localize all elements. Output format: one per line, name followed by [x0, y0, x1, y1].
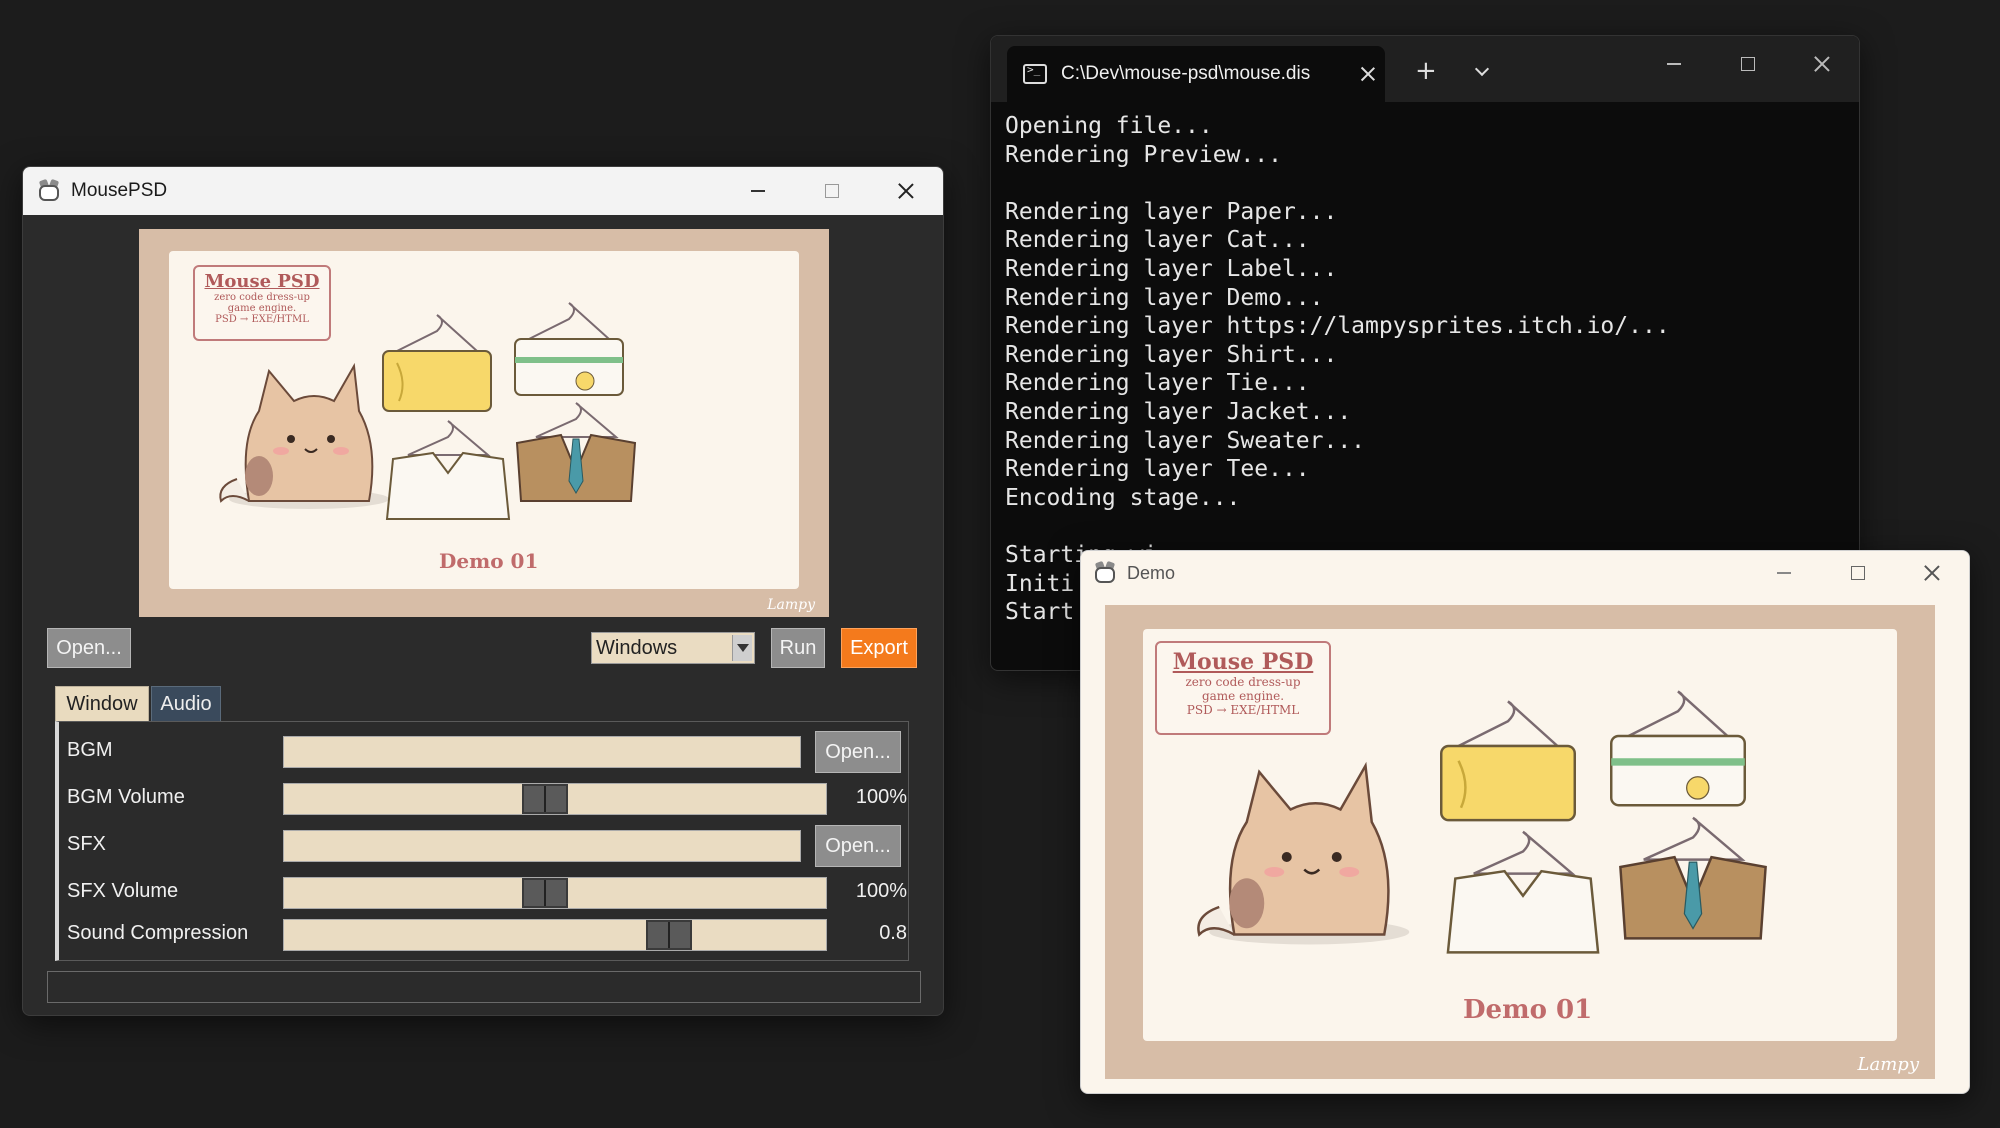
- demo-title: Demo: [1127, 562, 1176, 583]
- terminal-line: Rendering Preview...: [1005, 141, 1282, 168]
- demo-shirt[interactable]: [1443, 829, 1603, 965]
- terminal-line: Opening file...: [1005, 113, 1213, 139]
- shirt-garment: [385, 420, 511, 520]
- demo-tee[interactable]: [1603, 689, 1753, 825]
- close-icon: [1814, 56, 1830, 72]
- close-icon: [1924, 565, 1940, 581]
- demo-sweater[interactable]: [1433, 699, 1583, 835]
- tee-garment: [514, 302, 624, 396]
- maximize-button[interactable]: [795, 167, 869, 215]
- terminal-line: Rendering layer https://lampysprites.itc…: [1005, 313, 1670, 340]
- terminal-line: Rendering layer Demo...: [1005, 284, 1324, 311]
- close-icon: [898, 183, 914, 199]
- editor-title: MousePSD: [71, 180, 168, 201]
- demo-window: Demo Mouse PSD zero code dress-up game e…: [1080, 550, 1970, 1094]
- demo-minimize-button[interactable]: [1747, 551, 1821, 595]
- demo-cat[interactable]: [1183, 747, 1423, 947]
- terminal-maximize-button[interactable]: [1711, 36, 1785, 92]
- run-button[interactable]: Run: [771, 628, 825, 668]
- terminal-line: Rendering layer Tee...: [1005, 456, 1310, 483]
- maximize-icon: [1741, 57, 1755, 71]
- tab-close-icon[interactable]: [1361, 67, 1375, 81]
- minimize-icon: [751, 190, 765, 192]
- status-bar: [47, 971, 921, 1003]
- demo-demo-text: Demo 01: [1463, 995, 1593, 1025]
- terminal-minimize-button[interactable]: [1637, 36, 1711, 92]
- jacket-garment: [515, 402, 637, 502]
- preview-signature: Lampy: [767, 597, 815, 613]
- terminal-line: Encoding stage...: [1005, 484, 1241, 511]
- minimize-icon: [1777, 572, 1791, 574]
- cat-illustration: [219, 362, 389, 509]
- platform-select[interactable]: Windows: [591, 632, 755, 664]
- terminal-tab[interactable]: C:\Dev\mouse-psd\mouse.dis: [1007, 46, 1385, 102]
- demo-signature: Lampy: [1857, 1054, 1919, 1075]
- terminal-line: Rendering layer Shirt...: [1005, 341, 1338, 368]
- maximize-icon: [1851, 566, 1865, 580]
- minimize-icon: [1667, 63, 1681, 65]
- terminal-tabstrip[interactable]: C:\Dev\mouse-psd\mouse.dis +: [991, 36, 1859, 102]
- editor-titlebar[interactable]: MousePSD: [23, 167, 943, 215]
- new-tab-button[interactable]: +: [1415, 56, 1437, 86]
- mouse-app-icon: [1093, 560, 1117, 584]
- demo-jacket[interactable]: [1613, 815, 1773, 951]
- terminal-line: Rendering layer Cat...: [1005, 227, 1310, 254]
- demo-close-button[interactable]: [1895, 551, 1969, 595]
- demo-scene[interactable]: Mouse PSD zero code dress-up game engine…: [1105, 605, 1935, 1079]
- preview-label-box: Mouse PSD zero code dress-up game engine…: [193, 265, 331, 341]
- close-button[interactable]: [869, 167, 943, 215]
- tab-audio[interactable]: Audio: [151, 686, 221, 722]
- preview-demo-text: Demo 01: [439, 549, 539, 573]
- tab-window[interactable]: Window: [55, 686, 149, 722]
- tab-dropdown-icon[interactable]: [1474, 61, 1490, 77]
- terminal-line: Rendering layer Tie...: [1005, 370, 1310, 397]
- mousepsd-window: MousePSD Mouse PSD zero code dress-up ga…: [22, 166, 944, 1016]
- terminal-icon: [1023, 63, 1047, 84]
- maximize-icon: [825, 184, 839, 198]
- audio-panel: [55, 721, 909, 961]
- terminal-line: Rendering layer Sweater...: [1005, 427, 1366, 454]
- demo-titlebar[interactable]: Demo: [1081, 551, 1969, 595]
- terminal-line: Rendering layer Label...: [1005, 255, 1338, 282]
- preview-image: Mouse PSD zero code dress-up game engine…: [139, 229, 829, 617]
- sweater-garment: [382, 314, 492, 412]
- open-psd-button[interactable]: Open...: [47, 628, 131, 668]
- export-button[interactable]: Export: [841, 628, 917, 668]
- minimize-button[interactable]: [721, 167, 795, 215]
- demo-label-box: Mouse PSD zero code dress-up game engine…: [1155, 641, 1331, 735]
- mouse-app-icon: [37, 178, 61, 202]
- terminal-line: Rendering layer Jacket...: [1005, 398, 1352, 425]
- terminal-close-button[interactable]: [1785, 36, 1859, 92]
- demo-maximize-button[interactable]: [1821, 551, 1895, 595]
- chevron-down-icon[interactable]: [732, 635, 752, 661]
- terminal-tab-title: C:\Dev\mouse-psd\mouse.dis: [1061, 63, 1311, 84]
- terminal-line: Rendering layer Paper...: [1005, 198, 1338, 225]
